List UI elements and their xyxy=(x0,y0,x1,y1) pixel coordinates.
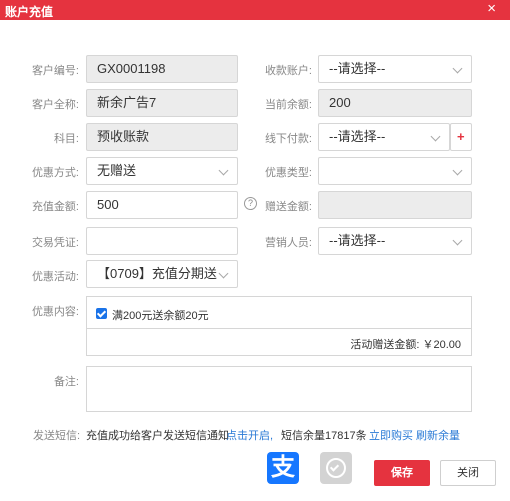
help-icon[interactable]: ? xyxy=(244,197,257,210)
wechat-pay-icon[interactable] xyxy=(320,452,352,484)
current-balance-field: 200 xyxy=(318,89,472,117)
sms-text: 充值成功给客户发送短信通知 xyxy=(86,430,229,442)
sms-balance: 短信余量17817条 xyxy=(281,430,367,442)
save-button[interactable]: 保存 xyxy=(374,460,430,486)
chevron-down-icon xyxy=(218,165,229,176)
recharge-amount-input[interactable]: 500 xyxy=(86,191,238,219)
promo-option-row: 满200元送余额20元 xyxy=(87,297,471,329)
dialog-title: 账户充值 xyxy=(5,5,54,19)
add-offline-payment-button[interactable]: + xyxy=(450,123,472,151)
promo-content-panel: 满200元送余额20元 活动赠送金额: ￥20.00 xyxy=(86,296,472,356)
promotion-value: 【0709】充值分期送 xyxy=(97,266,217,281)
promo-checkbox[interactable] xyxy=(96,308,107,319)
sales-person-value: --请选择-- xyxy=(329,233,386,248)
customer-id-field: GX0001198 xyxy=(86,55,238,83)
discount-method-select[interactable]: 无赠送 xyxy=(86,157,238,185)
sms-buy-link[interactable]: 立即购买 xyxy=(369,427,413,443)
discount-type-select[interactable] xyxy=(318,157,472,185)
offline-payment-value: --请选择-- xyxy=(329,129,386,144)
voucher-label: 交易凭证: xyxy=(31,237,79,249)
current-balance-label: 当前余额: xyxy=(264,99,312,111)
chevron-down-icon xyxy=(452,63,463,74)
receiving-account-label: 收款账户: xyxy=(264,65,312,77)
promotion-label: 优惠活动: xyxy=(31,271,79,283)
customer-name-field: 新余广告7 xyxy=(86,89,238,117)
promotion-select[interactable]: 【0709】充值分期送 xyxy=(86,260,238,288)
subject-field: 预收账款 xyxy=(86,123,238,151)
offline-payment-select[interactable]: --请选择-- xyxy=(318,123,450,151)
discount-type-label: 优惠类型: xyxy=(264,167,312,179)
chevron-down-icon xyxy=(452,165,463,176)
receiving-account-select[interactable]: --请选择-- xyxy=(318,55,472,83)
voucher-input[interactable] xyxy=(86,227,238,255)
offline-payment-label: 线下付款: xyxy=(264,133,312,145)
gift-amount-label: 赠送金额: xyxy=(264,201,312,213)
sms-label: 发送短信: xyxy=(33,430,81,442)
alipay-icon[interactable]: 支 xyxy=(267,452,299,484)
memo-textarea[interactable] xyxy=(86,366,472,412)
close-icon[interactable]: × xyxy=(487,1,496,17)
sales-person-label: 营销人员: xyxy=(264,237,312,249)
chevron-down-icon xyxy=(430,131,441,142)
memo-label: 备注: xyxy=(53,376,79,388)
discount-method-label: 优惠方式: xyxy=(31,167,79,179)
chevron-down-icon xyxy=(452,235,463,246)
gift-amount-field xyxy=(318,191,472,219)
close-button[interactable]: 关闭 xyxy=(440,460,496,486)
promo-gift-total: 活动赠送金额: ￥20.00 xyxy=(350,339,461,351)
plus-icon: + xyxy=(457,129,465,144)
receiving-account-value: --请选择-- xyxy=(329,61,386,76)
customer-id-label: 客户编号: xyxy=(31,65,79,77)
chevron-down-icon xyxy=(218,268,229,279)
recharge-amount-label: 充值金额: xyxy=(31,201,79,213)
sms-refresh-link[interactable]: 刷新余量 xyxy=(416,427,460,443)
sms-enable-link[interactable]: 点击开启, xyxy=(226,427,273,443)
dialog-titlebar: 账户充值 × xyxy=(0,0,510,20)
promo-checkbox-label[interactable]: 满200元送余额20元 xyxy=(112,307,209,323)
promo-content-label: 优惠内容: xyxy=(31,306,79,318)
discount-method-value: 无赠送 xyxy=(97,163,137,178)
subject-label: 科目: xyxy=(53,133,79,145)
customer-name-label: 客户全称: xyxy=(31,99,79,111)
sales-person-select[interactable]: --请选择-- xyxy=(318,227,472,255)
